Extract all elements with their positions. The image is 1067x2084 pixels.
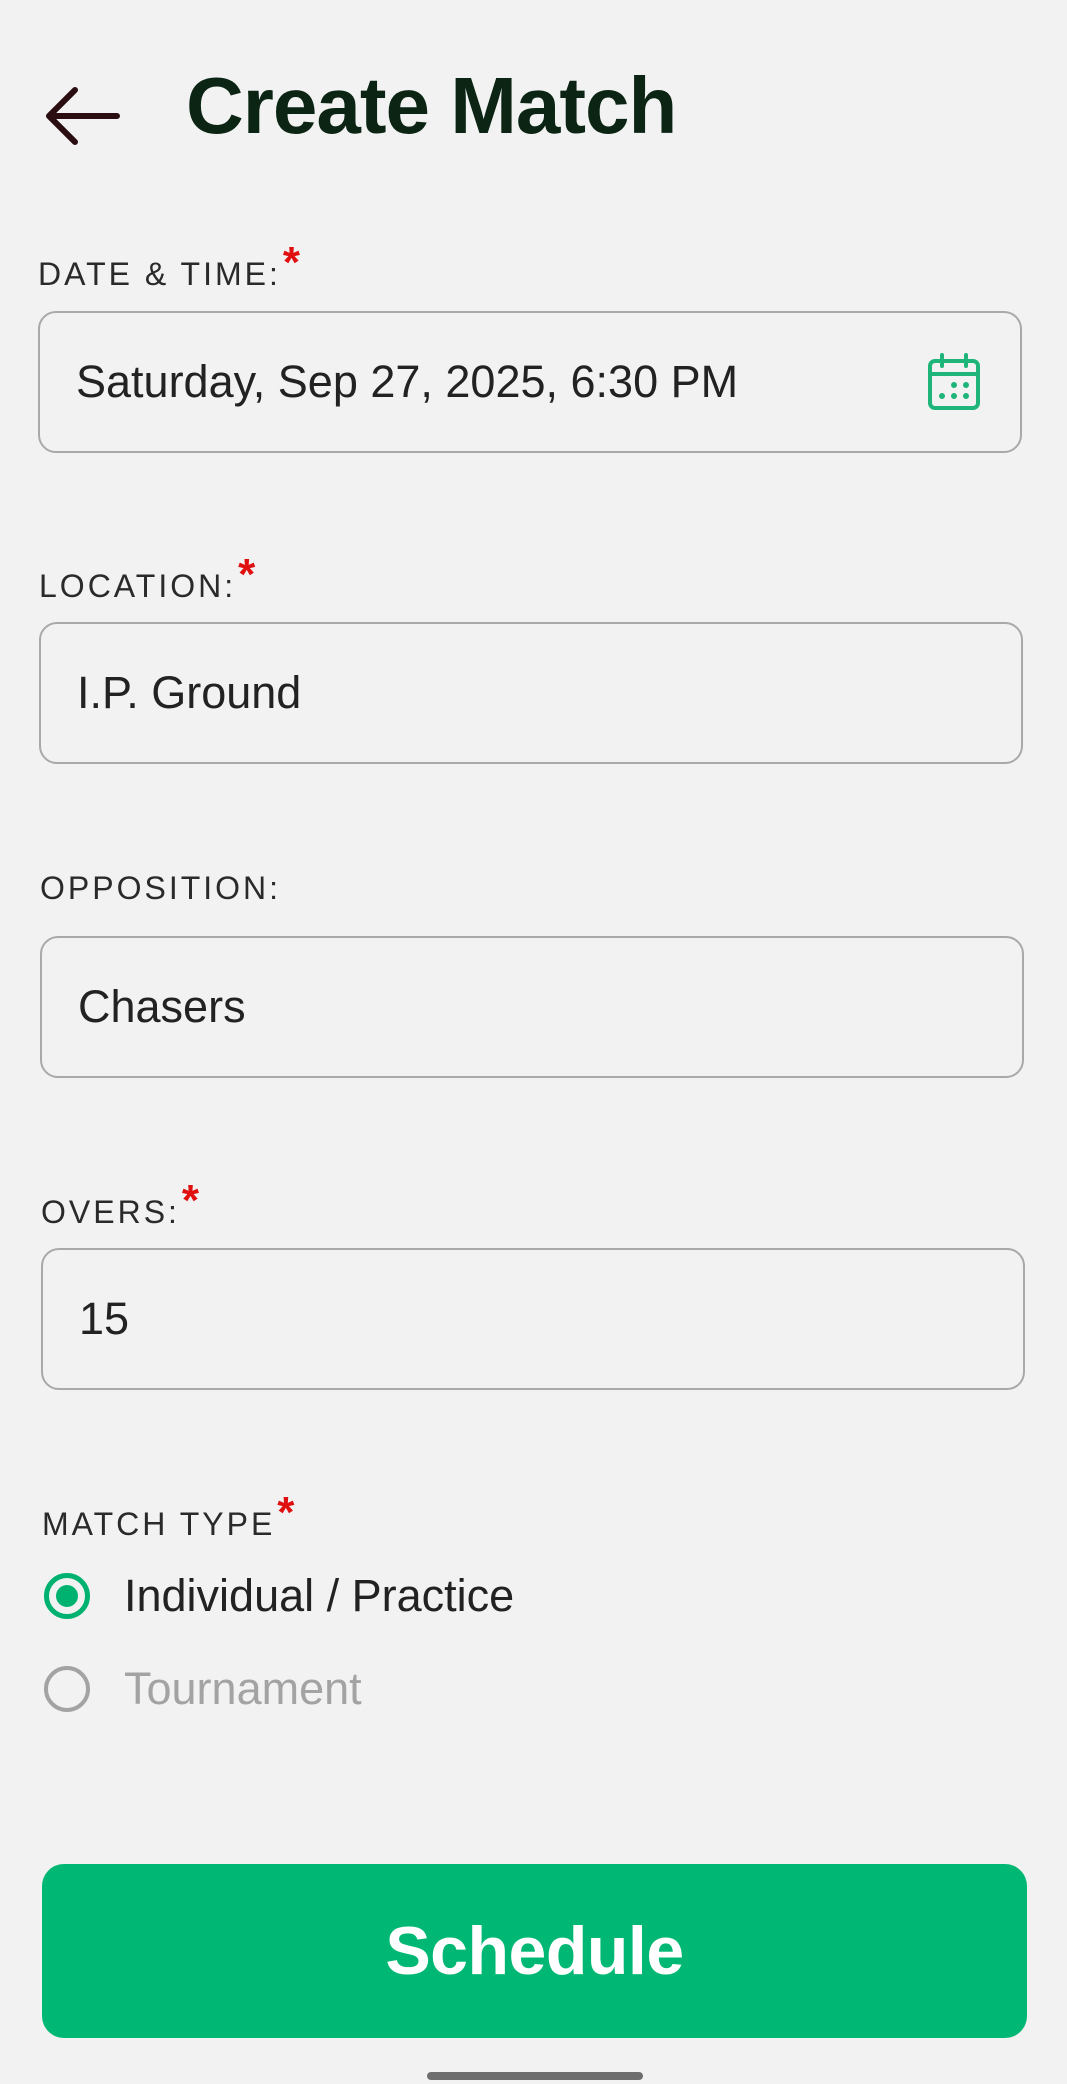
radio-option-tournament[interactable]: Tournament (44, 1654, 362, 1724)
date-time-value: Saturday, Sep 27, 2025, 6:30 PM (76, 356, 739, 407)
header: Create Match (0, 0, 1067, 220)
schedule-button[interactable]: Schedule (42, 1864, 1027, 2038)
overs-label-text: OVERS: (41, 1194, 180, 1230)
required-mark: * (238, 550, 259, 599)
date-time-label: DATE & TIME:* (38, 238, 303, 296)
location-label-text: LOCATION: (39, 568, 237, 604)
required-mark: * (277, 1488, 298, 1537)
opposition-value: Chasers (78, 981, 246, 1032)
date-time-label-text: DATE & TIME: (38, 256, 281, 292)
required-mark: * (282, 238, 303, 287)
radio-label-individual-practice: Individual / Practice (124, 1570, 515, 1621)
overs-label: OVERS:* (41, 1176, 202, 1234)
opposition-label-text: OPPOSITION: (40, 870, 282, 906)
location-input[interactable]: I.P. Ground (39, 622, 1023, 764)
schedule-button-label: Schedule (385, 1913, 684, 1989)
match-type-label: MATCH TYPE* (42, 1488, 297, 1546)
back-button[interactable] (38, 76, 124, 156)
opposition-label: OPPOSITION: (40, 870, 281, 907)
opposition-input[interactable]: Chasers (40, 936, 1024, 1078)
calendar-icon[interactable] (924, 351, 984, 413)
radio-selected-icon[interactable] (44, 1573, 90, 1619)
required-mark: * (181, 1176, 203, 1225)
radio-label-tournament: Tournament (124, 1663, 362, 1714)
match-type-label-text: MATCH TYPE (42, 1506, 276, 1542)
page-title: Create Match (186, 61, 677, 150)
location-label: LOCATION:* (39, 550, 258, 608)
arrow-left-icon (46, 87, 120, 145)
radio-unselected-icon[interactable] (44, 1666, 90, 1712)
date-time-field[interactable]: Saturday, Sep 27, 2025, 6:30 PM (38, 311, 1022, 453)
radio-option-individual-practice[interactable]: Individual / Practice (44, 1561, 514, 1631)
overs-input[interactable]: 15 (41, 1248, 1025, 1390)
overs-value: 15 (79, 1293, 130, 1344)
home-indicator (427, 2072, 643, 2080)
location-value: I.P. Ground (77, 667, 302, 718)
